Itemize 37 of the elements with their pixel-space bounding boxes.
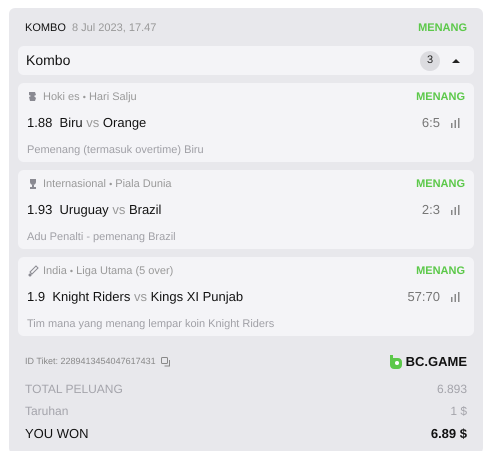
copy-icon[interactable] <box>160 357 171 367</box>
logo-icon <box>388 355 402 369</box>
score-label: 6:5 <box>422 114 440 132</box>
group-title: Kombo <box>26 51 70 70</box>
brand-logo-text: BC.GAME <box>406 353 467 372</box>
stats-icon[interactable] <box>450 292 461 302</box>
status-label: MENANG <box>416 264 465 279</box>
summary-label: Taruhan <box>25 403 68 420</box>
summary-label: TOTAL PELUANG <box>25 381 123 398</box>
stats-icon[interactable] <box>450 118 461 128</box>
summary-value: 1 $ <box>450 403 467 420</box>
match-line: 1.9 Knight Riders vs Kings XI Punjab <box>27 288 244 306</box>
selection-label: Pemenang (termasuk overtime) Biru <box>27 143 205 158</box>
summary-label: YOU WON <box>25 425 89 443</box>
selection-label: Adu Penalti - pemenang Brazil <box>27 230 177 245</box>
league-label: Hoki es • Hari Salju <box>43 90 137 105</box>
cricket-bat-icon <box>27 265 39 277</box>
summary-value: 6.893 <box>436 381 467 398</box>
league-label: India • Liga Utama (5 over) <box>43 264 174 279</box>
ticket-id: ID Tiket: 2289413454047617431 <box>25 355 156 368</box>
score-label: 57:70 <box>407 288 440 306</box>
count-badge: 3 <box>420 50 440 70</box>
trophy-icon <box>27 178 39 190</box>
match-line: 1.93 Uruguay vs Brazil <box>27 201 162 220</box>
status-label: MENANG <box>418 20 467 36</box>
league-label: Internasional • Piala Dunia <box>43 176 172 192</box>
score-label: 2:3 <box>422 201 440 220</box>
bet-type: KOMBO <box>25 20 66 36</box>
kombo-header[interactable]: Kombo 3 <box>18 46 474 75</box>
status-label: MENANG <box>416 176 465 192</box>
bet-date: 8 Jul 2023, 17.47 <box>72 20 156 36</box>
match-line: 1.88 Biru vs Orange <box>27 114 146 132</box>
selection-label: Tim mana yang menang lempar koin Knight Riders <box>27 317 276 332</box>
summary-value: 6.89 $ <box>430 425 467 443</box>
status-label: MENANG <box>416 90 465 105</box>
caret-icon[interactable] <box>452 58 460 64</box>
stats-icon[interactable] <box>450 205 461 215</box>
